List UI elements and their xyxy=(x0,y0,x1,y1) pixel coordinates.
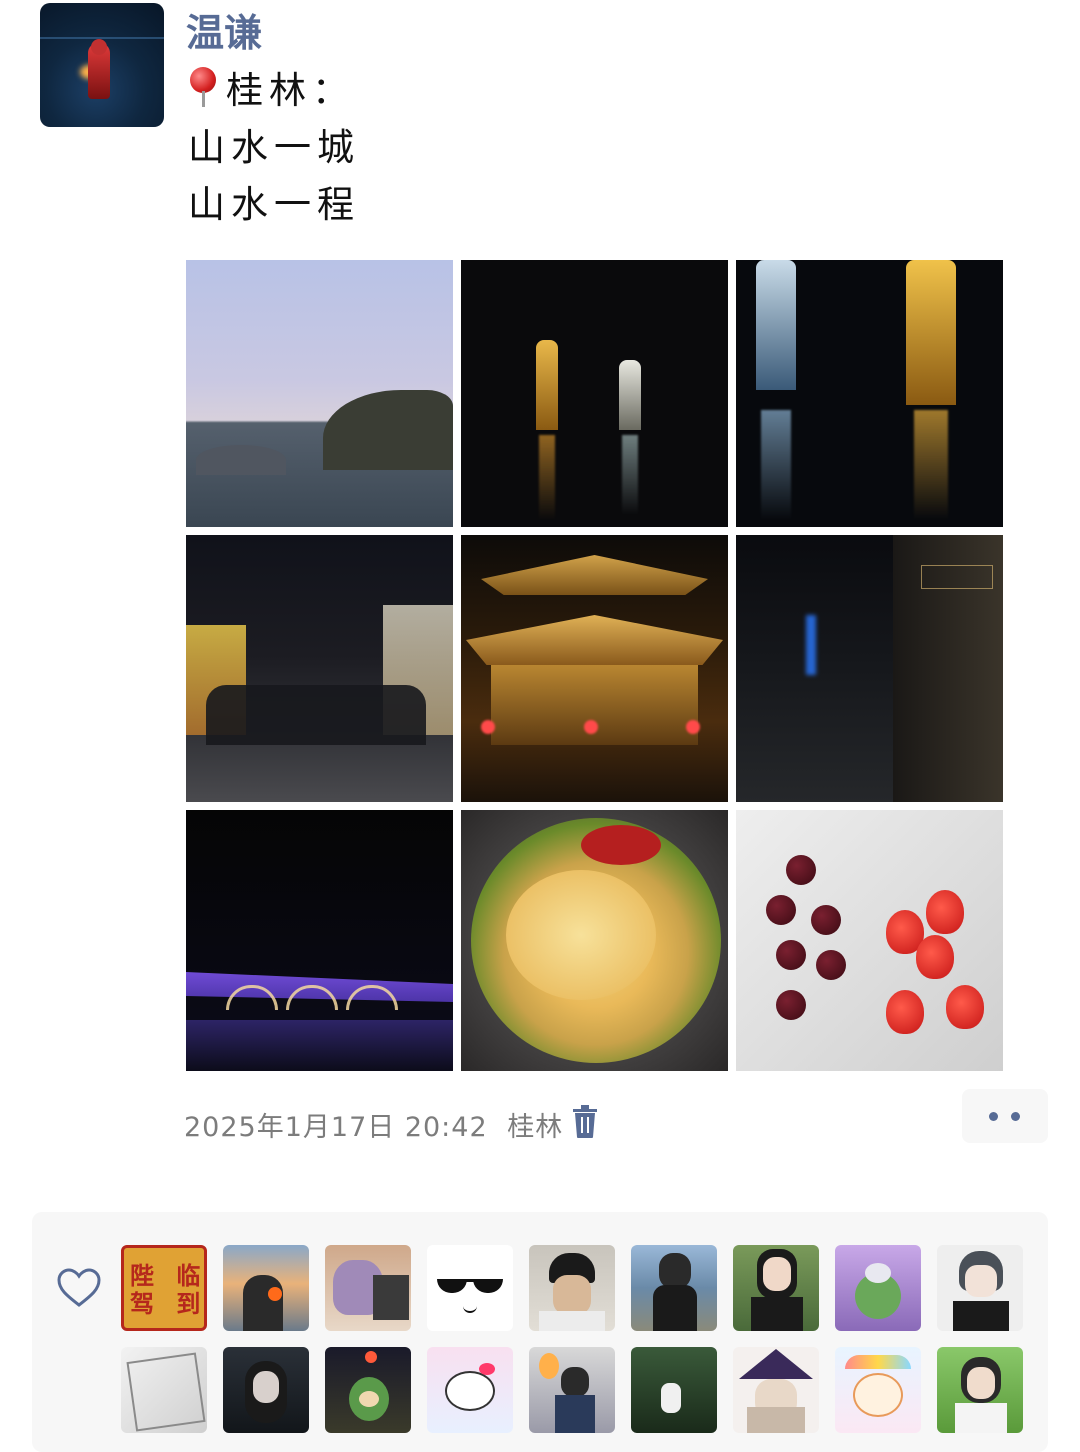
liker-avatar[interactable] xyxy=(325,1347,411,1433)
more-dots-icon xyxy=(989,1112,998,1121)
photo-thumbnail[interactable] xyxy=(736,810,1003,1071)
heart-outline-icon xyxy=(57,1268,101,1307)
pushpin-icon xyxy=(188,67,218,107)
badge-char: 临 xyxy=(176,1261,201,1290)
post-datetime: 2025年1月17日 20:42 xyxy=(184,1112,488,1143)
liker-avatar[interactable] xyxy=(223,1245,309,1331)
badge-char: 驾 xyxy=(130,1289,154,1318)
liker-avatar[interactable] xyxy=(937,1245,1023,1331)
post-line-2: 山水一程 xyxy=(188,183,360,226)
post-location-text: 桂林： xyxy=(226,69,355,112)
photo-thumbnail[interactable] xyxy=(736,260,1003,527)
photo-thumbnail[interactable] xyxy=(461,260,728,527)
badge-char: 陛 xyxy=(130,1261,154,1290)
photo-thumbnail[interactable] xyxy=(461,535,728,802)
poster-username[interactable]: 温谦 xyxy=(186,2,262,57)
liker-avatar[interactable]: 陛 临 驾 到 xyxy=(121,1245,207,1331)
liker-avatar[interactable] xyxy=(427,1347,513,1433)
liker-avatar[interactable] xyxy=(223,1347,309,1433)
post-location[interactable]: 桂林 xyxy=(507,1112,563,1143)
post-line-1: 山水一城 xyxy=(188,126,360,169)
liker-avatar[interactable] xyxy=(325,1245,411,1331)
badge-char: 到 xyxy=(176,1289,201,1318)
post-text: 桂林： 山水一城 山水一程 xyxy=(188,62,360,233)
avatar-head xyxy=(91,39,107,55)
liker-avatar[interactable] xyxy=(733,1347,819,1433)
liker-avatar[interactable] xyxy=(835,1347,921,1433)
liker-avatar[interactable] xyxy=(631,1347,717,1433)
liker-avatar[interactable] xyxy=(631,1245,717,1331)
more-dot xyxy=(1011,1112,1020,1121)
photo-thumbnail[interactable] xyxy=(186,260,453,527)
poster-avatar[interactable] xyxy=(40,3,164,127)
liker-avatar[interactable] xyxy=(529,1245,615,1331)
more-button[interactable] xyxy=(962,1089,1048,1143)
liker-avatar[interactable] xyxy=(121,1347,207,1433)
liker-avatar[interactable] xyxy=(529,1347,615,1433)
photo-thumbnail[interactable] xyxy=(736,535,1003,802)
liker-avatar[interactable] xyxy=(427,1245,513,1331)
liker-avatar[interactable] xyxy=(835,1245,921,1331)
post-location-line: 桂林： xyxy=(188,62,360,119)
photo-thumbnail[interactable] xyxy=(461,810,728,1071)
trash-icon[interactable] xyxy=(571,1105,599,1139)
photo-grid xyxy=(186,260,1003,1071)
liker-avatar[interactable] xyxy=(937,1347,1023,1433)
post-meta: 2025年1月17日 20:42 桂林 xyxy=(184,1105,573,1144)
liker-avatar[interactable] xyxy=(733,1245,819,1331)
photo-thumbnail[interactable] xyxy=(186,810,453,1071)
photo-thumbnail[interactable] xyxy=(186,535,453,802)
